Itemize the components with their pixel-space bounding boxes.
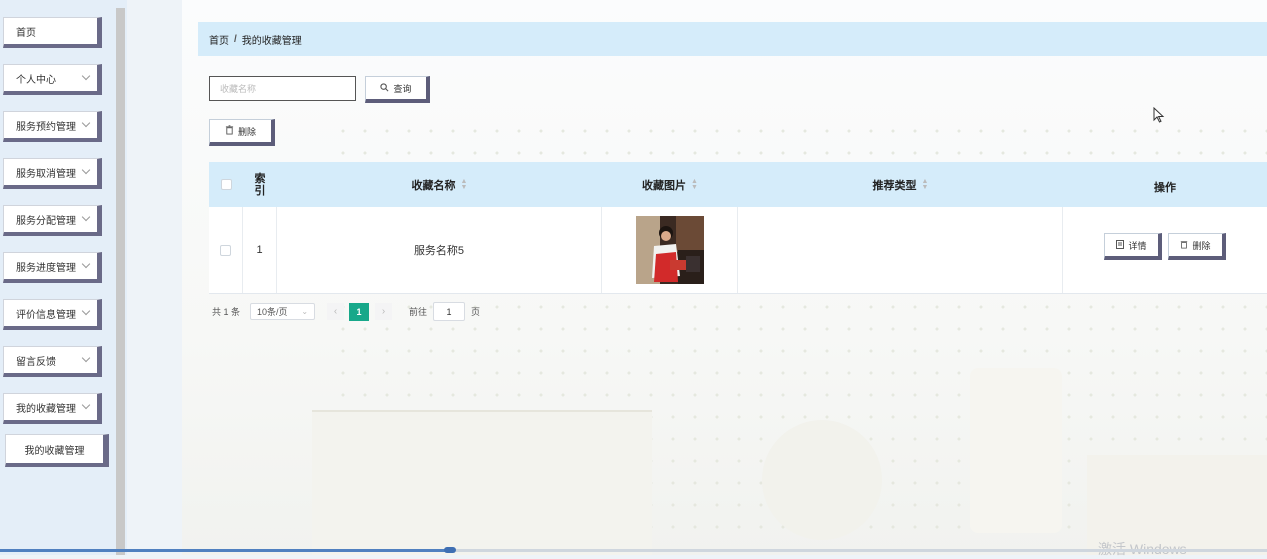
sidebar-item-favorites[interactable]: 我的收藏管理 — [3, 393, 102, 424]
table-header: 索引 收藏名称 ▲ ▼ 收藏图片 ▲ ▼ 推荐类型 ▲ ▼ 操作 — [209, 162, 1267, 207]
sidebar-item-label: 服务取消管理 — [16, 168, 76, 180]
breadcrumb-current: 我的收藏管理 — [241, 35, 302, 47]
breadcrumb: 首页 / 我的收藏管理 — [198, 22, 1267, 56]
favorites-table: 索引 收藏名称 ▲ ▼ 收藏图片 ▲ ▼ 推荐类型 ▲ ▼ 操作 1 服务名称5… — [209, 162, 1267, 294]
row-select-cell — [209, 207, 243, 293]
mouse-cursor-icon — [1153, 106, 1165, 126]
search-icon — [380, 82, 389, 94]
query-button-label: 查询 — [393, 83, 412, 94]
sidebar-item-label: 评价信息管理 — [16, 309, 76, 321]
query-button[interactable]: 查询 — [365, 76, 430, 103]
chevron-left-icon: ‹ — [333, 306, 338, 317]
sidebar-item-label: 留言反馈 — [16, 356, 56, 368]
column-image[interactable]: 收藏图片 ▲ ▼ — [602, 162, 738, 207]
chevron-down-icon — [81, 400, 91, 410]
sidebar-item-review[interactable]: 评价信息管理 — [3, 299, 102, 330]
table-row: 1 服务名称5 详情 删除 — [209, 207, 1267, 294]
pagination: 共 1 条 10条/页 ⌄ ‹ 1 › 前往 1 页 — [212, 302, 480, 321]
search-input[interactable] — [209, 76, 356, 101]
sidebar-subitem-favorites[interactable]: 我的收藏管理 — [5, 434, 109, 467]
chevron-down-icon — [81, 353, 91, 363]
favorite-image[interactable] — [635, 216, 704, 284]
detail-button[interactable]: 详情 — [1104, 233, 1162, 260]
horizontal-scrollbar[interactable] — [0, 547, 1267, 553]
sidebar-item-label: 服务预约管理 — [16, 121, 76, 133]
column-type-label: 推荐类型 — [872, 179, 917, 192]
background-decor — [312, 410, 652, 555]
sidebar-item-label: 服务进度管理 — [16, 262, 76, 274]
sidebar-item-feedback[interactable]: 留言反馈 — [3, 346, 102, 377]
sort-icon[interactable]: ▲ ▼ — [922, 178, 929, 191]
chevron-down-icon — [81, 212, 91, 222]
chevron-down-icon — [81, 306, 91, 316]
goto-label: 前往 — [409, 307, 428, 317]
row-delete-button-label: 删除 — [1192, 240, 1211, 251]
sidebar-item-label: 首页 — [16, 27, 36, 39]
row-checkbox[interactable] — [220, 244, 231, 256]
sidebar-item-service-progress[interactable]: 服务进度管理 — [3, 252, 102, 283]
sidebar: 首页 个人中心 服务预约管理 服务取消管理 服务分配管理 服务进度管理 评价信息… — [0, 0, 127, 555]
main-content: 首页 / 我的收藏管理 查询 删除 索引 收藏名称 ▲▼ 收藏 — [182, 0, 1267, 555]
column-actions: 操作 — [1063, 162, 1267, 207]
sort-icon[interactable]: ▲ ▼ — [691, 178, 698, 191]
goto-page-input[interactable]: 1 — [433, 302, 466, 321]
sidebar-item-personal-center[interactable]: 个人中心 — [3, 64, 102, 95]
chevron-down-icon: ⌄ — [301, 307, 309, 316]
row-index: 1 — [243, 207, 277, 293]
select-all-checkbox[interactable] — [220, 179, 232, 190]
pagination-total: 共 1 条 — [212, 307, 241, 317]
sidebar-item-service-booking[interactable]: 服务预约管理 — [3, 111, 102, 142]
row-actions: 详情 删除 — [1063, 207, 1267, 293]
background-decor — [970, 368, 1062, 533]
chevron-down-icon — [81, 118, 91, 128]
row-delete-button[interactable]: 删除 — [1168, 233, 1226, 260]
sidebar-item-service-cancel[interactable]: 服务取消管理 — [3, 158, 102, 189]
breadcrumb-separator: / — [234, 33, 237, 45]
prev-page-button[interactable]: ‹ — [327, 303, 345, 320]
page-number-current[interactable]: 1 — [349, 302, 370, 321]
column-name[interactable]: 收藏名称 ▲ ▼ — [277, 162, 602, 207]
scrollbar-thumb[interactable] — [444, 547, 456, 553]
select-all-cell — [209, 162, 243, 207]
chevron-down-icon — [81, 165, 91, 175]
column-index: 索引 — [243, 162, 277, 207]
trash-icon — [1180, 240, 1188, 251]
column-actions-label: 操作 — [1154, 181, 1176, 194]
sidebar-item-label: 我的收藏管理 — [16, 403, 76, 415]
sidebar-scrollbar[interactable] — [116, 8, 125, 555]
page-unit-label: 页 — [471, 307, 481, 317]
batch-delete-button[interactable]: 删除 — [209, 119, 275, 146]
detail-button-label: 详情 — [1128, 240, 1147, 251]
column-type[interactable]: 推荐类型 ▲ ▼ — [738, 162, 1063, 207]
row-image-cell — [602, 207, 738, 293]
background-decor — [762, 420, 882, 540]
sidebar-item-home[interactable]: 首页 — [3, 17, 102, 48]
column-image-label: 收藏图片 — [642, 179, 687, 192]
chevron-down-icon — [81, 259, 91, 269]
page-size-select[interactable]: 10条/页 ⌄ — [250, 303, 316, 320]
next-page-button[interactable]: › — [375, 303, 393, 320]
sort-icon[interactable]: ▲ ▼ — [461, 178, 468, 191]
row-name: 服务名称5 — [277, 207, 602, 293]
column-index-label: 索引 — [254, 172, 266, 197]
breadcrumb-home[interactable]: 首页 — [209, 32, 229, 47]
trash-icon — [225, 125, 234, 137]
sidebar-item-label: 服务分配管理 — [16, 215, 76, 227]
chevron-down-icon — [81, 71, 91, 81]
document-icon — [1116, 239, 1125, 251]
row-type — [738, 207, 1063, 293]
column-name-label: 收藏名称 — [411, 179, 456, 192]
chevron-right-icon: › — [381, 306, 386, 317]
page-size-value: 10条/页 — [257, 307, 288, 317]
sidebar-item-label: 个人中心 — [16, 74, 56, 86]
sidebar-item-service-assign[interactable]: 服务分配管理 — [3, 205, 102, 236]
scrollbar-track-fill — [0, 549, 450, 552]
delete-button-label: 删除 — [237, 126, 256, 137]
